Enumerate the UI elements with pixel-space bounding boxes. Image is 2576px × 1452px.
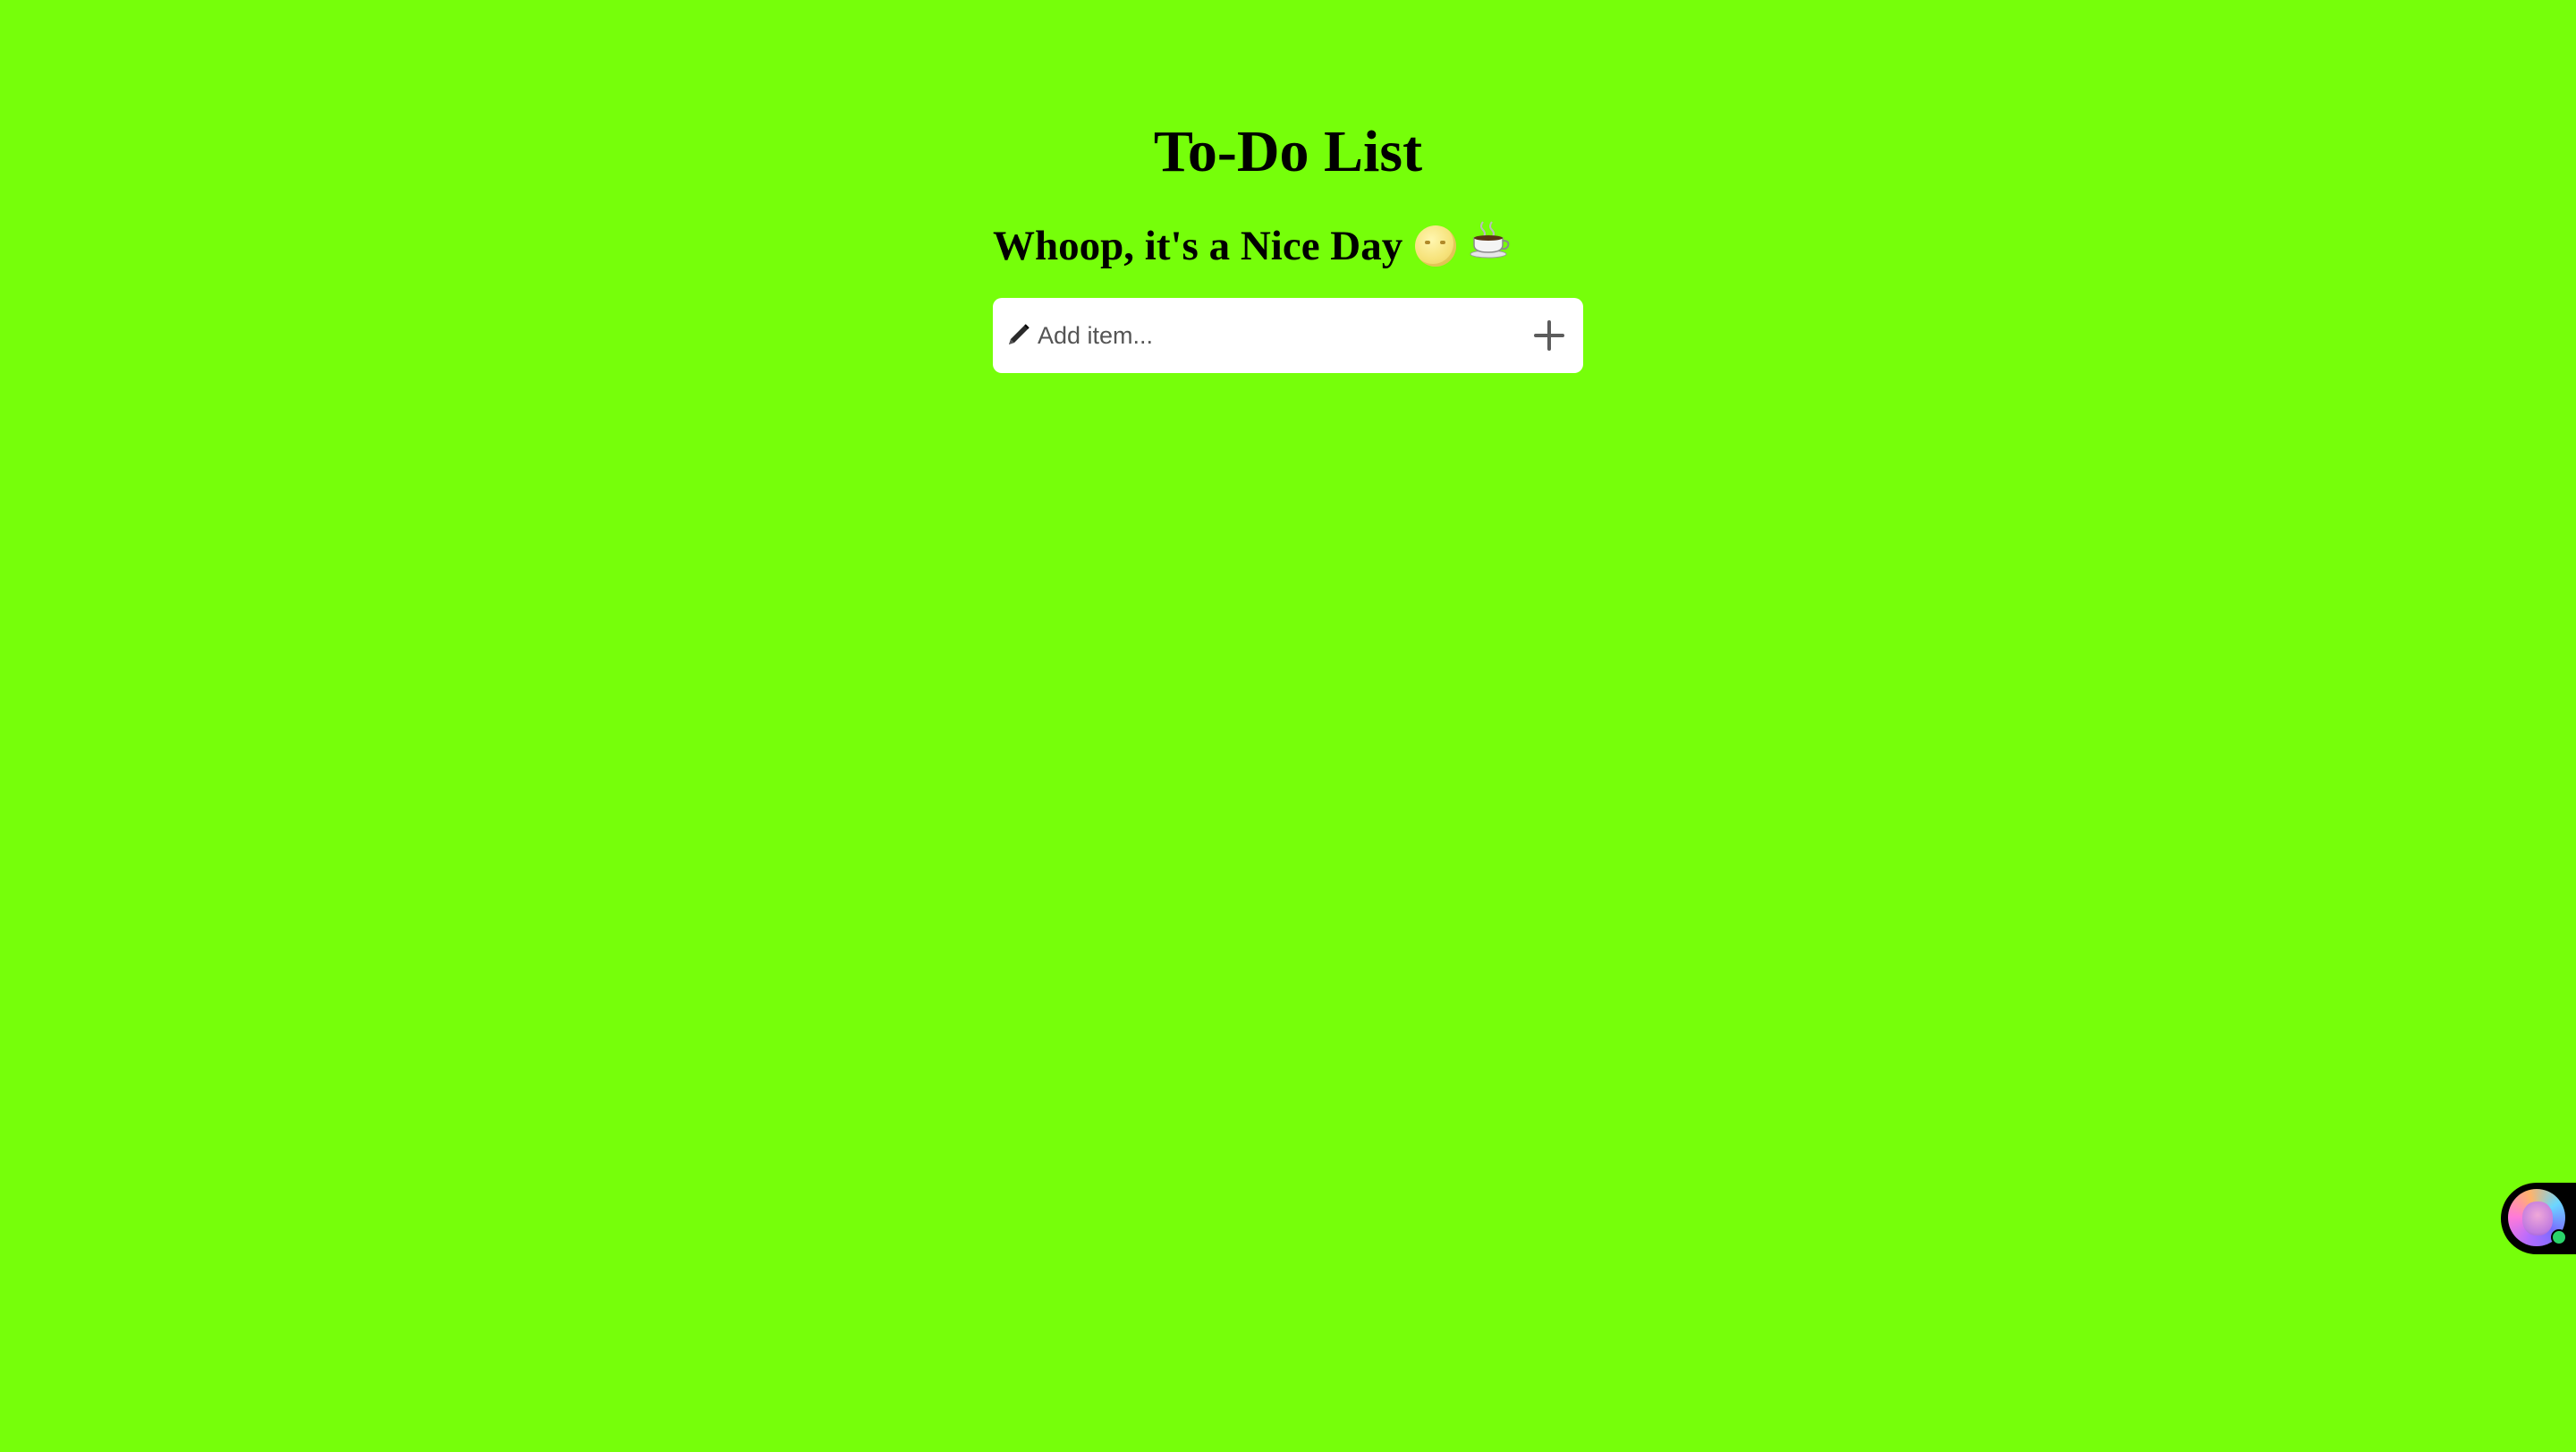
- greeting-text: Whoop, it's a Nice Day: [993, 223, 1403, 269]
- pencil-icon: [1005, 321, 1032, 348]
- plus-icon: [1534, 320, 1564, 351]
- avatar-face: [2522, 1202, 2553, 1235]
- online-status-dot: [2551, 1229, 2567, 1245]
- add-item-button[interactable]: [1528, 314, 1571, 357]
- add-item-input[interactable]: [1034, 314, 1506, 357]
- moon-face-icon: [1415, 225, 1457, 267]
- add-item-form: [993, 298, 1583, 373]
- page-title: To-Do List: [1153, 119, 1423, 184]
- coffee-icon: [1469, 215, 1512, 277]
- greeting-subtitle: Whoop, it's a Nice Day: [993, 215, 1512, 277]
- assistant-widget-button[interactable]: [2501, 1183, 2576, 1254]
